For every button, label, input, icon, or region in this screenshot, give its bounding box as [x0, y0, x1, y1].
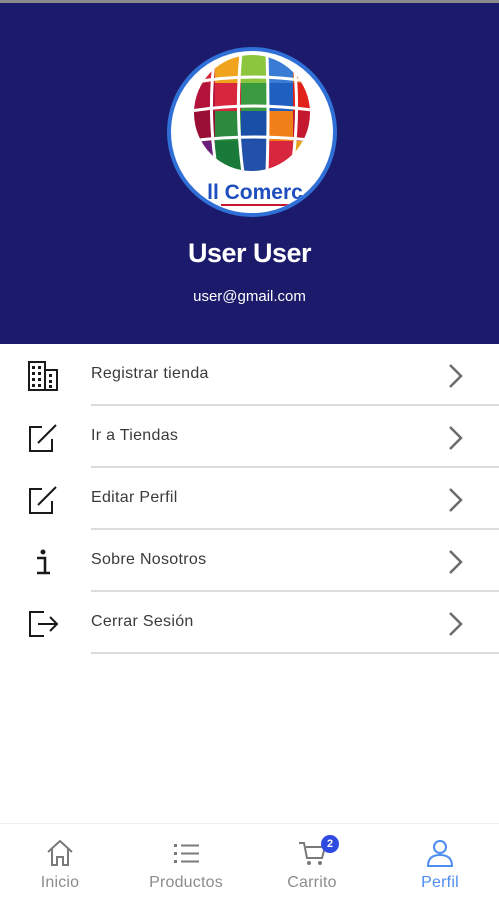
- menu-item-ir-a-tiendas[interactable]: Ir a Tiendas: [0, 406, 499, 468]
- user-icon: [426, 840, 454, 867]
- nav-carrito[interactable]: 2 Carrito: [266, 824, 358, 901]
- logo-text: ll Comerc: [207, 181, 303, 204]
- edit-icon: [29, 424, 57, 452]
- chevron-right-icon: [449, 550, 463, 574]
- menu-item-cerrar-sesion[interactable]: Cerrar Sesión: [0, 592, 499, 654]
- nav-productos[interactable]: Productos: [136, 824, 236, 901]
- home-icon: [47, 839, 73, 866]
- info-icon: [37, 549, 50, 575]
- user-email: user@gmail.com: [193, 288, 306, 305]
- store-logo: ll Comerc: [167, 47, 337, 217]
- menu-item-editar-perfil[interactable]: Editar Perfil: [0, 468, 499, 530]
- cart-badge: 2: [321, 835, 339, 853]
- nav-label: Perfil: [421, 874, 459, 891]
- edit-icon: [29, 486, 57, 514]
- nav-label: Carrito: [287, 874, 337, 891]
- building-icon: [28, 361, 58, 391]
- profile-menu: Registrar tienda Ir a Tiendas Editar Per…: [0, 344, 499, 654]
- logout-icon: [29, 611, 59, 637]
- nav-perfil[interactable]: Perfil: [394, 824, 486, 901]
- list-icon: [174, 844, 199, 863]
- menu-item-label: Sobre Nosotros: [91, 551, 207, 568]
- chevron-right-icon: [449, 612, 463, 636]
- divider: [91, 652, 499, 654]
- nav-label: Inicio: [40, 874, 80, 891]
- nav-inicio[interactable]: Inicio: [14, 824, 106, 901]
- chevron-right-icon: [449, 364, 463, 388]
- menu-item-label: Registrar tienda: [91, 365, 209, 382]
- chevron-right-icon: [449, 488, 463, 512]
- chevron-right-icon: [449, 426, 463, 450]
- menu-item-label: Ir a Tiendas: [91, 427, 179, 444]
- menu-item-label: Editar Perfil: [91, 489, 178, 506]
- nav-label: Productos: [149, 874, 223, 891]
- user-name: User User: [187, 238, 312, 268]
- profile-header: ll Comerc User User user@gmail.com: [0, 3, 499, 344]
- menu-item-sobre-nosotros[interactable]: Sobre Nosotros: [0, 530, 499, 592]
- menu-item-label: Cerrar Sesión: [91, 613, 194, 630]
- menu-item-registrar-tienda[interactable]: Registrar tienda: [0, 344, 499, 406]
- globe-logo-icon: ll Comerc: [171, 55, 333, 213]
- bottom-nav: Inicio Productos 2 Carrito Perfil: [0, 823, 499, 901]
